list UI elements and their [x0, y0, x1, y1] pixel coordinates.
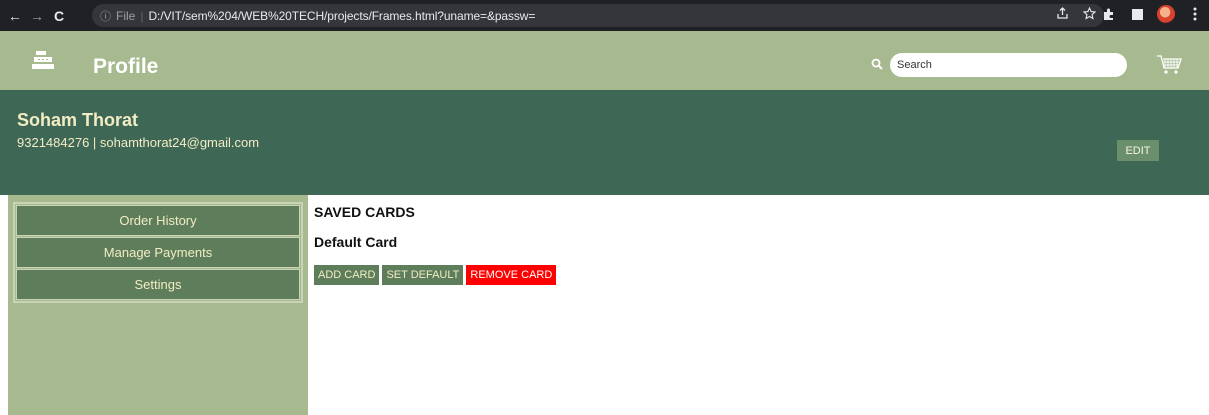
sidebar-item-order-history[interactable]: Order History [16, 205, 300, 236]
omnibox-actions [1056, 6, 1097, 23]
sidebar: Order History Manage Payments Settings [8, 195, 308, 415]
sidebar-item-manage-payments[interactable]: Manage Payments [16, 237, 300, 268]
side-panel-icon[interactable] [1129, 6, 1145, 22]
back-button[interactable]: ← [4, 5, 26, 27]
info-icon[interactable]: ⓘ [100, 8, 111, 24]
add-card-button[interactable]: ADD CARD [314, 265, 380, 285]
search-icon [871, 57, 883, 70]
card-actions: ADD CARD SET DEFAULT REMOVE CARD [314, 265, 557, 285]
edit-profile-button[interactable]: EDIT [1117, 140, 1159, 161]
remove-card-button[interactable]: REMOVE CARD [466, 265, 557, 285]
sidebar-item-settings[interactable]: Settings [16, 269, 300, 300]
user-contact: 9321484276 | sohamthorat24@gmail.com [17, 135, 260, 150]
main-content: SAVED CARDS Default Card ADD CARD SET DE… [308, 195, 1209, 415]
set-default-button[interactable]: SET DEFAULT [382, 265, 464, 285]
profile-banner: Soham Thorat 9321484276 | sohamthorat24@… [0, 90, 1209, 195]
search-input[interactable] [890, 53, 1127, 77]
sidebar-menu: Order History Manage Payments Settings [13, 202, 303, 303]
bookmark-star-icon[interactable] [1082, 6, 1097, 23]
reload-button[interactable]: C [48, 5, 70, 27]
forward-button[interactable]: → [26, 5, 48, 27]
url-text[interactable]: D:/VIT/sem%204/WEB%20TECH/projects/Frame… [148, 9, 535, 23]
app-header: Profile [0, 31, 1209, 90]
cash-register-icon [32, 50, 54, 70]
user-name: Soham Thorat [17, 110, 139, 130]
page-title: Profile [93, 55, 159, 78]
url-separator: | [140, 8, 144, 23]
profile-avatar[interactable] [1157, 5, 1175, 23]
extension-area [1101, 5, 1203, 23]
scheme-label: File [116, 8, 136, 23]
section-title: SAVED CARDS [314, 204, 415, 220]
card-title: Default Card [314, 234, 398, 250]
shopping-cart-icon[interactable] [1156, 54, 1182, 76]
share-icon[interactable] [1056, 7, 1069, 23]
browser-toolbar: ← → C ⓘ File | D:/VIT/sem%204/WEB%20TECH… [0, 0, 1209, 31]
puzzle-extensions-icon[interactable] [1101, 6, 1117, 22]
address-bar[interactable]: ⓘ File | D:/VIT/sem%204/WEB%20TECH/proje… [92, 4, 1104, 27]
kebab-menu-icon[interactable] [1187, 6, 1203, 22]
